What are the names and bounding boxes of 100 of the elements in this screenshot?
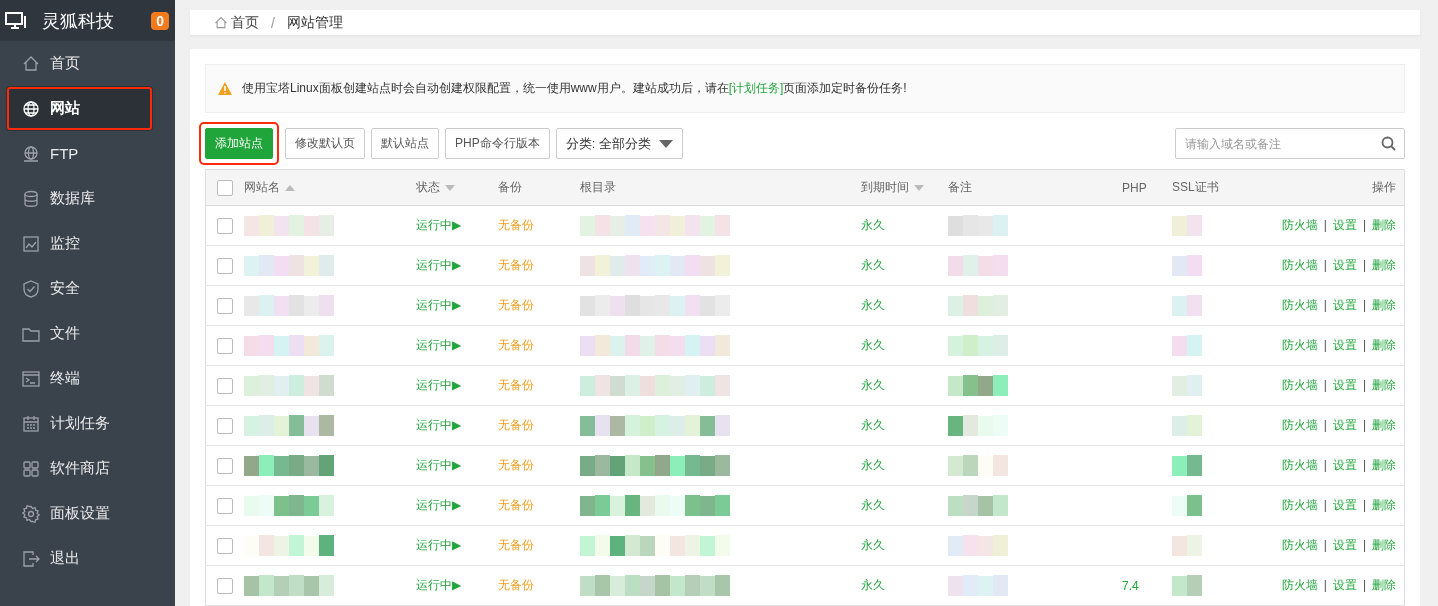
sidebar-item[interactable]: 首页 bbox=[0, 41, 175, 86]
sidebar-item[interactable]: 面板设置 bbox=[0, 491, 175, 536]
sort-icon[interactable] bbox=[445, 184, 455, 191]
search-field[interactable]: 请输入域名或备注 bbox=[1175, 128, 1405, 159]
action-link[interactable]: 防火墙 bbox=[1281, 418, 1318, 432]
backup-link[interactable]: 无备份 bbox=[498, 218, 534, 232]
sidebar-item[interactable]: 退出 bbox=[0, 536, 175, 581]
action-link[interactable]: 删除 bbox=[1372, 538, 1396, 552]
column-header[interactable]: 根目录 bbox=[580, 180, 616, 194]
action-link[interactable]: 防火墙 bbox=[1281, 498, 1318, 512]
breadcrumb-link[interactable]: 首页 bbox=[231, 13, 259, 32]
checkbox[interactable] bbox=[216, 377, 233, 394]
expiry-link[interactable]: 永久 bbox=[861, 218, 885, 232]
sort-icon[interactable] bbox=[285, 184, 295, 191]
backup-link[interactable]: 无备份 bbox=[498, 258, 534, 272]
action-link[interactable]: 防火墙 bbox=[1281, 538, 1318, 552]
category-dropdown[interactable]: 分类: 全部分类 bbox=[555, 128, 683, 159]
sidebar-item[interactable]: FTP bbox=[0, 131, 175, 176]
action-link[interactable]: 防火墙 bbox=[1281, 458, 1318, 472]
action-link[interactable]: 设置 bbox=[1332, 538, 1357, 552]
status-link[interactable]: 运行中▶ bbox=[416, 378, 462, 392]
checkbox[interactable] bbox=[216, 337, 233, 354]
action-link[interactable]: 删除 bbox=[1372, 378, 1396, 392]
action-link[interactable]: 防火墙 bbox=[1281, 258, 1318, 272]
action-link[interactable]: 防火墙 bbox=[1281, 338, 1318, 352]
expiry-link[interactable]: 永久 bbox=[861, 458, 885, 472]
expiry-link[interactable]: 永久 bbox=[861, 338, 885, 352]
checkbox[interactable] bbox=[216, 217, 233, 234]
status-link[interactable]: 运行中▶ bbox=[416, 218, 462, 232]
sidebar-item[interactable]: 监控 bbox=[0, 221, 175, 266]
checkbox[interactable] bbox=[216, 179, 233, 196]
toolbar-button[interactable]: 修改默认页 bbox=[285, 128, 365, 159]
action-link[interactable]: 删除 bbox=[1372, 338, 1396, 352]
action-link[interactable]: 设置 bbox=[1332, 298, 1357, 312]
action-link[interactable]: 防火墙 bbox=[1281, 378, 1318, 392]
sidebar-item[interactable]: 计划任务 bbox=[0, 401, 175, 446]
action-link[interactable]: 删除 bbox=[1372, 418, 1396, 432]
action-link[interactable]: 删除 bbox=[1372, 578, 1396, 592]
php-version[interactable]: 7.4 bbox=[1122, 578, 1139, 593]
column-header[interactable]: 操作 bbox=[1372, 180, 1396, 194]
action-link[interactable]: 设置 bbox=[1332, 338, 1357, 352]
action-link[interactable]: 删除 bbox=[1372, 258, 1396, 272]
action-link[interactable]: 设置 bbox=[1332, 378, 1357, 392]
status-link[interactable]: 运行中▶ bbox=[416, 458, 462, 472]
status-link[interactable]: 运行中▶ bbox=[416, 578, 462, 592]
backup-link[interactable]: 无备份 bbox=[498, 498, 534, 512]
expiry-link[interactable]: 永久 bbox=[861, 578, 885, 592]
status-link[interactable]: 运行中▶ bbox=[416, 538, 462, 552]
expiry-link[interactable]: 永久 bbox=[861, 498, 885, 512]
backup-link[interactable]: 无备份 bbox=[498, 338, 534, 352]
checkbox[interactable] bbox=[216, 537, 233, 554]
backup-link[interactable]: 无备份 bbox=[498, 298, 534, 312]
toolbar-button[interactable]: 添加站点 bbox=[205, 128, 273, 159]
status-link[interactable]: 运行中▶ bbox=[416, 498, 462, 512]
action-link[interactable]: 设置 bbox=[1332, 498, 1357, 512]
action-link[interactable]: 防火墙 bbox=[1281, 298, 1318, 312]
schedule-link[interactable]: [计划任务] bbox=[728, 81, 784, 95]
sort-icon[interactable] bbox=[914, 184, 924, 191]
backup-link[interactable]: 无备份 bbox=[498, 538, 534, 552]
status-link[interactable]: 运行中▶ bbox=[416, 258, 462, 272]
backup-link[interactable]: 无备份 bbox=[498, 458, 534, 472]
sidebar-item[interactable]: 文件 bbox=[0, 311, 175, 356]
sidebar-item[interactable]: 安全 bbox=[0, 266, 175, 311]
action-link[interactable]: 设置 bbox=[1332, 418, 1357, 432]
backup-link[interactable]: 无备份 bbox=[498, 378, 534, 392]
column-header[interactable]: 备注 bbox=[948, 180, 972, 194]
backup-link[interactable]: 无备份 bbox=[498, 578, 534, 592]
column-header[interactable]: 网站名 bbox=[244, 180, 280, 194]
action-link[interactable]: 删除 bbox=[1372, 458, 1396, 472]
sidebar-item[interactable]: 数据库 bbox=[0, 176, 175, 221]
checkbox[interactable] bbox=[216, 577, 233, 594]
checkbox[interactable] bbox=[216, 297, 233, 314]
checkbox[interactable] bbox=[216, 457, 233, 474]
action-link[interactable]: 设置 bbox=[1332, 258, 1357, 272]
checkbox[interactable] bbox=[216, 417, 233, 434]
sidebar-item[interactable]: 软件商店 bbox=[0, 446, 175, 491]
status-link[interactable]: 运行中▶ bbox=[416, 418, 462, 432]
expiry-link[interactable]: 永久 bbox=[861, 378, 885, 392]
action-link[interactable]: 删除 bbox=[1372, 218, 1396, 232]
expiry-link[interactable]: 永久 bbox=[861, 418, 885, 432]
sidebar-item[interactable]: 终端 bbox=[0, 356, 175, 401]
column-header[interactable]: 备份 bbox=[498, 180, 522, 194]
status-link[interactable]: 运行中▶ bbox=[416, 338, 462, 352]
action-link[interactable]: 防火墙 bbox=[1281, 578, 1318, 592]
status-link[interactable]: 运行中▶ bbox=[416, 298, 462, 312]
expiry-link[interactable]: 永久 bbox=[861, 298, 885, 312]
action-link[interactable]: 设置 bbox=[1332, 218, 1357, 232]
action-link[interactable]: 设置 bbox=[1332, 578, 1357, 592]
sidebar-item[interactable]: 网站 bbox=[6, 86, 153, 131]
checkbox[interactable] bbox=[216, 257, 233, 274]
column-header[interactable]: SSL证书 bbox=[1172, 180, 1219, 194]
action-link[interactable]: 设置 bbox=[1332, 458, 1357, 472]
backup-link[interactable]: 无备份 bbox=[498, 418, 534, 432]
action-link[interactable]: 删除 bbox=[1372, 498, 1396, 512]
action-link[interactable]: 防火墙 bbox=[1281, 218, 1318, 232]
toolbar-button[interactable]: PHP命令行版本 bbox=[445, 128, 550, 159]
action-link[interactable]: 删除 bbox=[1372, 298, 1396, 312]
column-header[interactable]: 状态 bbox=[416, 180, 440, 194]
toolbar-button[interactable]: 默认站点 bbox=[371, 128, 439, 159]
expiry-link[interactable]: 永久 bbox=[861, 538, 885, 552]
